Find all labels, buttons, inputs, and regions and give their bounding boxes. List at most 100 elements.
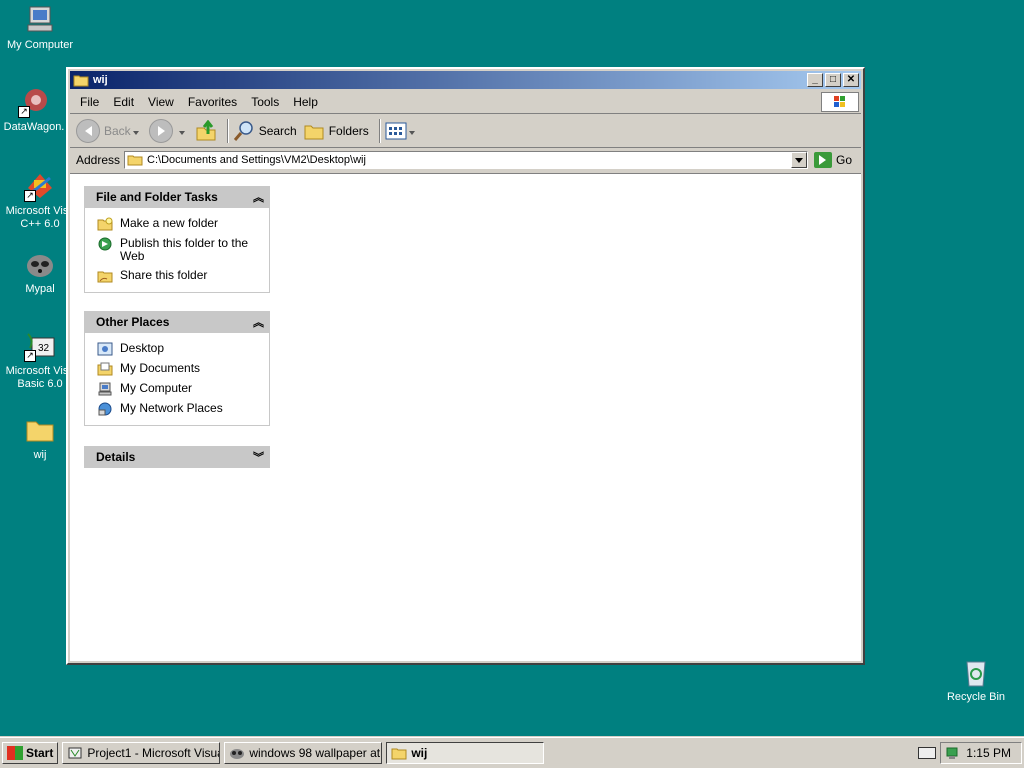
menu-favorites[interactable]: Favorites	[181, 95, 244, 109]
taskbar-button-label: Project1 - Microsoft Visual...	[87, 746, 219, 760]
go-button[interactable]: Go	[814, 152, 852, 168]
desktop-icon-my-computer[interactable]: My Computer	[0, 4, 80, 52]
place-label: My Documents	[120, 361, 201, 375]
file-folder-tasks-panel: File and Folder Tasks ︽ Make a new folde…	[84, 186, 270, 293]
back-arrow-icon	[76, 119, 100, 143]
search-button[interactable]: Search	[233, 120, 297, 142]
toolbar-separator	[378, 119, 381, 143]
panel-header[interactable]: Details ︾	[84, 446, 270, 468]
minimize-button[interactable]: _	[807, 73, 823, 87]
forward-button[interactable]	[148, 119, 189, 143]
folder-icon	[24, 414, 56, 446]
up-folder-button[interactable]	[195, 120, 217, 142]
panel-title: Details	[96, 450, 136, 464]
taskbar-button-wij[interactable]: wij	[386, 742, 545, 764]
title-bar[interactable]: wij _ □ ✕	[70, 71, 861, 89]
visual-cpp-icon: ↗	[24, 170, 56, 202]
mypal-icon	[24, 248, 56, 280]
details-panel: Details ︾	[84, 446, 270, 468]
start-button[interactable]: Start	[2, 742, 59, 764]
task-make-new-folder[interactable]: Make a new folder	[85, 214, 269, 234]
keyboard-icon[interactable]	[918, 747, 936, 759]
menu-file[interactable]: File	[70, 95, 106, 109]
new-folder-icon	[97, 217, 113, 231]
address-input[interactable]: C:\Documents and Settings\VM2\Desktop\wi…	[124, 151, 809, 169]
explorer-window: wij _ □ ✕ File Edit View Favorites Tools…	[66, 67, 865, 665]
globe-icon	[98, 237, 112, 251]
address-label: Address	[76, 153, 121, 167]
address-dropdown-button[interactable]	[791, 152, 808, 168]
task-label: Share this folder	[120, 268, 208, 282]
desktop-icon-recycle-bin[interactable]: Recycle Bin	[936, 656, 1016, 704]
clock[interactable]: 1:15 PM	[966, 746, 1011, 760]
svg-text:32: 32	[38, 343, 50, 354]
my-documents-icon	[97, 362, 113, 376]
folders-button[interactable]: Folders	[303, 120, 369, 142]
folders-icon	[304, 125, 324, 140]
folder-content-area[interactable]: File and Folder Tasks ︽ Make a new folde…	[70, 173, 861, 661]
taskbar: Start Project1 - Microsoft Visual... win…	[0, 737, 1024, 768]
menu-help[interactable]: Help	[286, 95, 325, 109]
menu-edit[interactable]: Edit	[106, 95, 141, 109]
address-value: C:\Documents and Settings\VM2\Desktop\wi…	[147, 154, 366, 166]
shortcut-arrow-icon: ↗	[24, 350, 36, 362]
mypal-icon	[230, 749, 245, 759]
close-button[interactable]: ✕	[843, 73, 859, 87]
datawagon-icon: ↗	[18, 86, 50, 118]
forward-arrow-icon	[148, 119, 173, 143]
search-label: Search	[258, 124, 297, 138]
folders-label: Folders	[328, 124, 369, 138]
start-label: Start	[26, 746, 54, 760]
search-icon	[233, 121, 253, 141]
toolbar: Back Search Folders	[70, 115, 861, 148]
back-label: Back	[104, 124, 131, 138]
windows-flag-icon	[7, 746, 23, 760]
task-label: Make a new folder	[120, 216, 219, 230]
menu-tools[interactable]: Tools	[244, 95, 286, 109]
chevron-down-icon	[408, 130, 415, 138]
place-label: My Network Places	[120, 401, 223, 415]
visual-basic-icon	[68, 747, 82, 759]
go-arrow-icon	[814, 152, 833, 168]
place-my-documents[interactable]: My Documents	[85, 359, 269, 379]
windows-logo-icon	[821, 92, 859, 112]
place-label: Desktop	[120, 341, 165, 355]
maximize-button[interactable]: □	[825, 73, 841, 87]
expand-icon[interactable]: ︾	[253, 449, 264, 465]
network-places-icon	[98, 402, 112, 416]
place-label: My Computer	[120, 381, 193, 395]
panel-header[interactable]: File and Folder Tasks ︽	[84, 186, 270, 208]
place-my-computer[interactable]: My Computer	[85, 379, 269, 399]
menu-bar: File Edit View Favorites Tools Help	[70, 91, 861, 114]
collapse-icon[interactable]: ︽	[253, 189, 264, 205]
toolbar-separator	[226, 119, 229, 143]
taskbar-button-project1[interactable]: Project1 - Microsoft Visual...	[62, 742, 221, 764]
chevron-down-icon	[132, 130, 139, 138]
taskbar-button-wallpaper[interactable]: windows 98 wallpaper at ...	[224, 742, 383, 764]
place-desktop[interactable]: Desktop	[85, 339, 269, 359]
collapse-icon[interactable]: ︽	[253, 314, 264, 330]
folder-icon	[391, 748, 407, 760]
taskbar-button-label: wij	[411, 746, 428, 760]
task-share-folder[interactable]: Share this folder	[85, 266, 269, 286]
desktop-icon-datawagon[interactable]: ↗ DataWagon.	[0, 86, 74, 134]
shortcut-arrow-icon: ↗	[18, 106, 30, 118]
task-publish-folder[interactable]: Publish this folder to the Web	[85, 234, 269, 266]
back-button[interactable]: Back	[76, 119, 143, 143]
chevron-down-icon	[178, 130, 185, 138]
panel-title: File and Folder Tasks	[96, 190, 218, 204]
share-folder-icon	[97, 271, 113, 283]
network-tray-icon[interactable]	[945, 746, 961, 760]
views-button[interactable]	[385, 122, 419, 140]
address-bar: Address C:\Documents and Settings\VM2\De…	[70, 149, 861, 171]
panel-header[interactable]: Other Places ︽	[84, 311, 270, 333]
folder-icon	[73, 75, 89, 87]
window-title: wij	[93, 74, 108, 86]
panel-title: Other Places	[96, 315, 170, 329]
taskbar-button-label: windows 98 wallpaper at ...	[249, 746, 383, 760]
desktop-icon-label: DataWagon.	[3, 121, 65, 133]
place-my-network-places[interactable]: My Network Places	[85, 399, 269, 419]
my-computer-icon	[98, 382, 112, 396]
menu-view[interactable]: View	[141, 95, 181, 109]
desktop-icon-label: My Computer	[6, 39, 74, 51]
